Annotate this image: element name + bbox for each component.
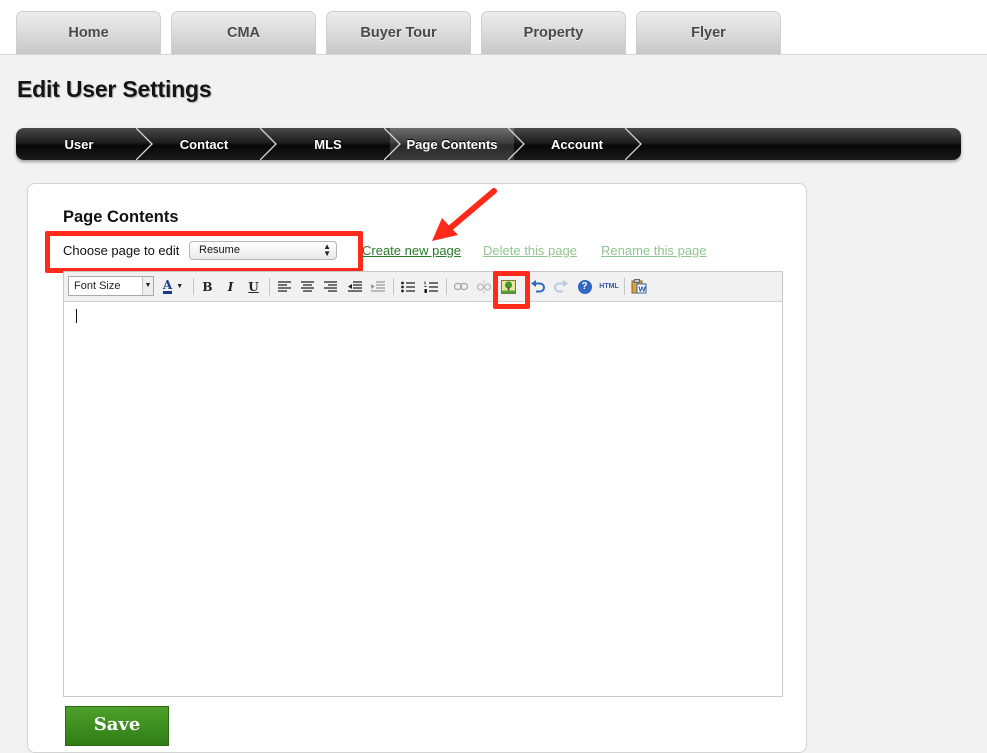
undo-icon[interactable] xyxy=(529,278,546,295)
chevron-down-icon: ▼ xyxy=(142,277,153,295)
page-title: Edit User Settings xyxy=(17,76,212,102)
step-user[interactable]: User xyxy=(16,128,142,160)
font-size-select[interactable]: Font Size ▼ xyxy=(68,276,154,296)
step-contact[interactable]: Contact xyxy=(142,128,266,160)
choose-page-label: Choose page to edit xyxy=(63,243,180,258)
link-icon[interactable] xyxy=(452,278,469,295)
html-source-icon[interactable]: HTML xyxy=(596,278,622,295)
toolbar-separator xyxy=(193,278,194,295)
align-left-icon[interactable] xyxy=(276,278,293,295)
rich-text-editor: Font Size ▼ A ▼ B I U ? HTML W xyxy=(63,271,783,697)
toolbar-separator xyxy=(393,278,394,295)
italic-icon[interactable]: I xyxy=(222,278,239,295)
paste-word-icon[interactable]: W xyxy=(630,278,647,295)
editor-toolbar: Font Size ▼ A ▼ B I U ? HTML W xyxy=(64,272,782,302)
step-divider-icon xyxy=(508,128,525,160)
toolbar-separator xyxy=(624,278,625,295)
page-select-value: Resume xyxy=(199,244,240,256)
unlink-icon[interactable] xyxy=(475,278,492,295)
select-arrows-icon: ▲ ▼ xyxy=(323,242,331,258)
toolbar-separator xyxy=(269,278,270,295)
indent-icon[interactable] xyxy=(369,278,386,295)
save-button[interactable]: Save xyxy=(65,706,169,746)
tab-buyer-tour[interactable]: Buyer Tour xyxy=(326,11,471,54)
editor-content-area[interactable] xyxy=(64,302,782,696)
font-color-icon[interactable]: A ▼ xyxy=(160,278,186,295)
help-icon[interactable]: ? xyxy=(576,278,593,295)
top-nav: Home CMA Buyer Tour Property Flyer xyxy=(0,0,987,55)
svg-text:W: W xyxy=(638,286,646,294)
outdent-icon[interactable] xyxy=(346,278,363,295)
delete-page-link[interactable]: Delete this page xyxy=(483,243,577,258)
step-divider-icon xyxy=(384,128,401,160)
align-right-icon[interactable] xyxy=(322,278,339,295)
step-page-contents[interactable]: Page Contents xyxy=(390,128,514,160)
toolbar-separator xyxy=(446,278,447,295)
settings-step-bar: User Contact MLS Page Contents Account xyxy=(16,128,961,160)
create-page-link[interactable]: Create new page xyxy=(362,243,461,258)
tab-home[interactable]: Home xyxy=(16,11,161,54)
numbered-list-icon[interactable] xyxy=(422,278,439,295)
page-select[interactable]: Resume ▲ ▼ xyxy=(189,241,337,260)
bullet-list-icon[interactable] xyxy=(399,278,416,295)
tab-flyer[interactable]: Flyer xyxy=(636,11,781,54)
section-title: Page Contents xyxy=(63,208,179,226)
step-account[interactable]: Account xyxy=(514,128,640,160)
insert-image-icon[interactable] xyxy=(500,278,517,295)
text-caret xyxy=(76,309,77,323)
step-divider-icon xyxy=(136,128,153,160)
bold-icon[interactable]: B xyxy=(199,278,216,295)
tab-cma[interactable]: CMA xyxy=(171,11,316,54)
underline-icon[interactable]: U xyxy=(245,278,262,295)
step-divider-icon xyxy=(260,128,277,160)
tab-property[interactable]: Property xyxy=(481,11,626,54)
rename-page-link[interactable]: Rename this page xyxy=(601,243,707,258)
redo-icon[interactable] xyxy=(552,278,569,295)
font-size-label: Font Size xyxy=(74,280,121,292)
step-divider-icon xyxy=(625,128,642,160)
align-center-icon[interactable] xyxy=(299,278,316,295)
step-mls[interactable]: MLS xyxy=(266,128,390,160)
